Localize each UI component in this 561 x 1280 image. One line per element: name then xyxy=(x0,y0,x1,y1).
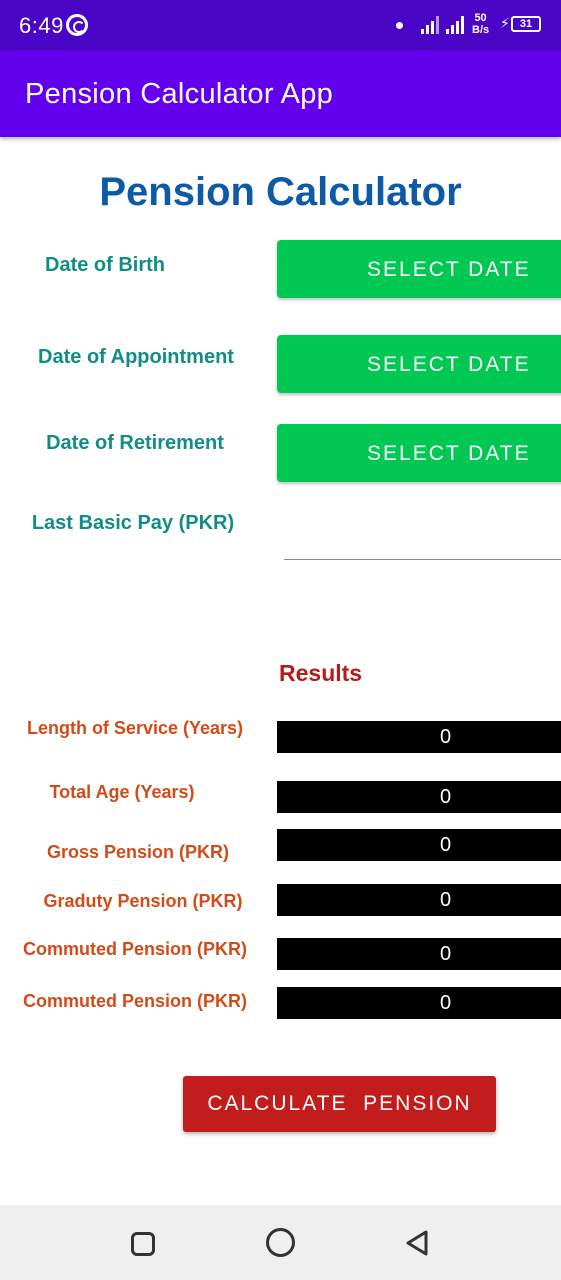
length-of-service-label: Length of Service (Years) xyxy=(26,718,244,738)
network-speed-value: 50 xyxy=(474,12,487,24)
date-of-birth-button[interactable]: SELECT DATE xyxy=(277,240,561,298)
last-basic-pay-input[interactable] xyxy=(284,500,561,560)
page-title: Pension Calculator xyxy=(99,170,462,214)
total-age-label: Total Age (Years) xyxy=(49,782,195,802)
date-of-birth-label: Date of Birth xyxy=(45,254,165,276)
gross-pension-value: 0 xyxy=(277,829,561,861)
graduty-pension-label: Graduty Pension (PKR) xyxy=(43,891,243,911)
date-of-retirement-label: Date of Retirement xyxy=(46,432,224,454)
network-speed: 50 B/s xyxy=(472,12,489,36)
total-age-value: 0 xyxy=(277,781,561,813)
commuted-pension-label-2: Commuted Pension (PKR) xyxy=(22,991,247,1011)
date-of-appointment-button[interactable]: SELECT DATE xyxy=(277,335,561,393)
back-triangle-icon[interactable] xyxy=(404,1229,432,1257)
signal-strength-icon xyxy=(421,16,441,34)
length-of-service-value: 0 xyxy=(277,721,561,753)
status-time: 6:49 xyxy=(19,13,64,38)
results-title: Results xyxy=(279,660,363,686)
calculate-pension-button[interactable]: CALCULATE PENSION xyxy=(183,1076,496,1132)
status-bar: 6:49 50 B/s ⚡ 31 xyxy=(0,0,561,50)
navigation-bar xyxy=(0,1205,561,1280)
app-bar: Pension Calculator App xyxy=(0,50,561,137)
app-notification-icon xyxy=(66,14,88,36)
gross-pension-label: Gross Pension (PKR) xyxy=(46,842,230,862)
commuted-pension-value: 0 xyxy=(277,938,561,970)
date-of-retirement-button[interactable]: SELECT DATE xyxy=(277,424,561,482)
battery-icon: 31 xyxy=(511,16,541,32)
last-basic-pay-label: Last Basic Pay (PKR) xyxy=(31,512,235,534)
home-circle-icon[interactable] xyxy=(266,1228,295,1257)
recents-square-icon[interactable] xyxy=(131,1232,155,1256)
charging-icon: ⚡ xyxy=(500,15,510,31)
commuted-pension-value-2: 0 xyxy=(277,987,561,1019)
app-title: Pension Calculator App xyxy=(25,78,334,110)
graduty-pension-value: 0 xyxy=(277,884,561,916)
network-speed-unit: B/s xyxy=(472,24,490,36)
signal-strength-icon-2 xyxy=(446,16,466,34)
notification-dot-icon xyxy=(396,22,403,29)
commuted-pension-label: Commuted Pension (PKR) xyxy=(22,939,247,959)
date-of-appointment-label: Date of Appointment xyxy=(38,346,234,368)
